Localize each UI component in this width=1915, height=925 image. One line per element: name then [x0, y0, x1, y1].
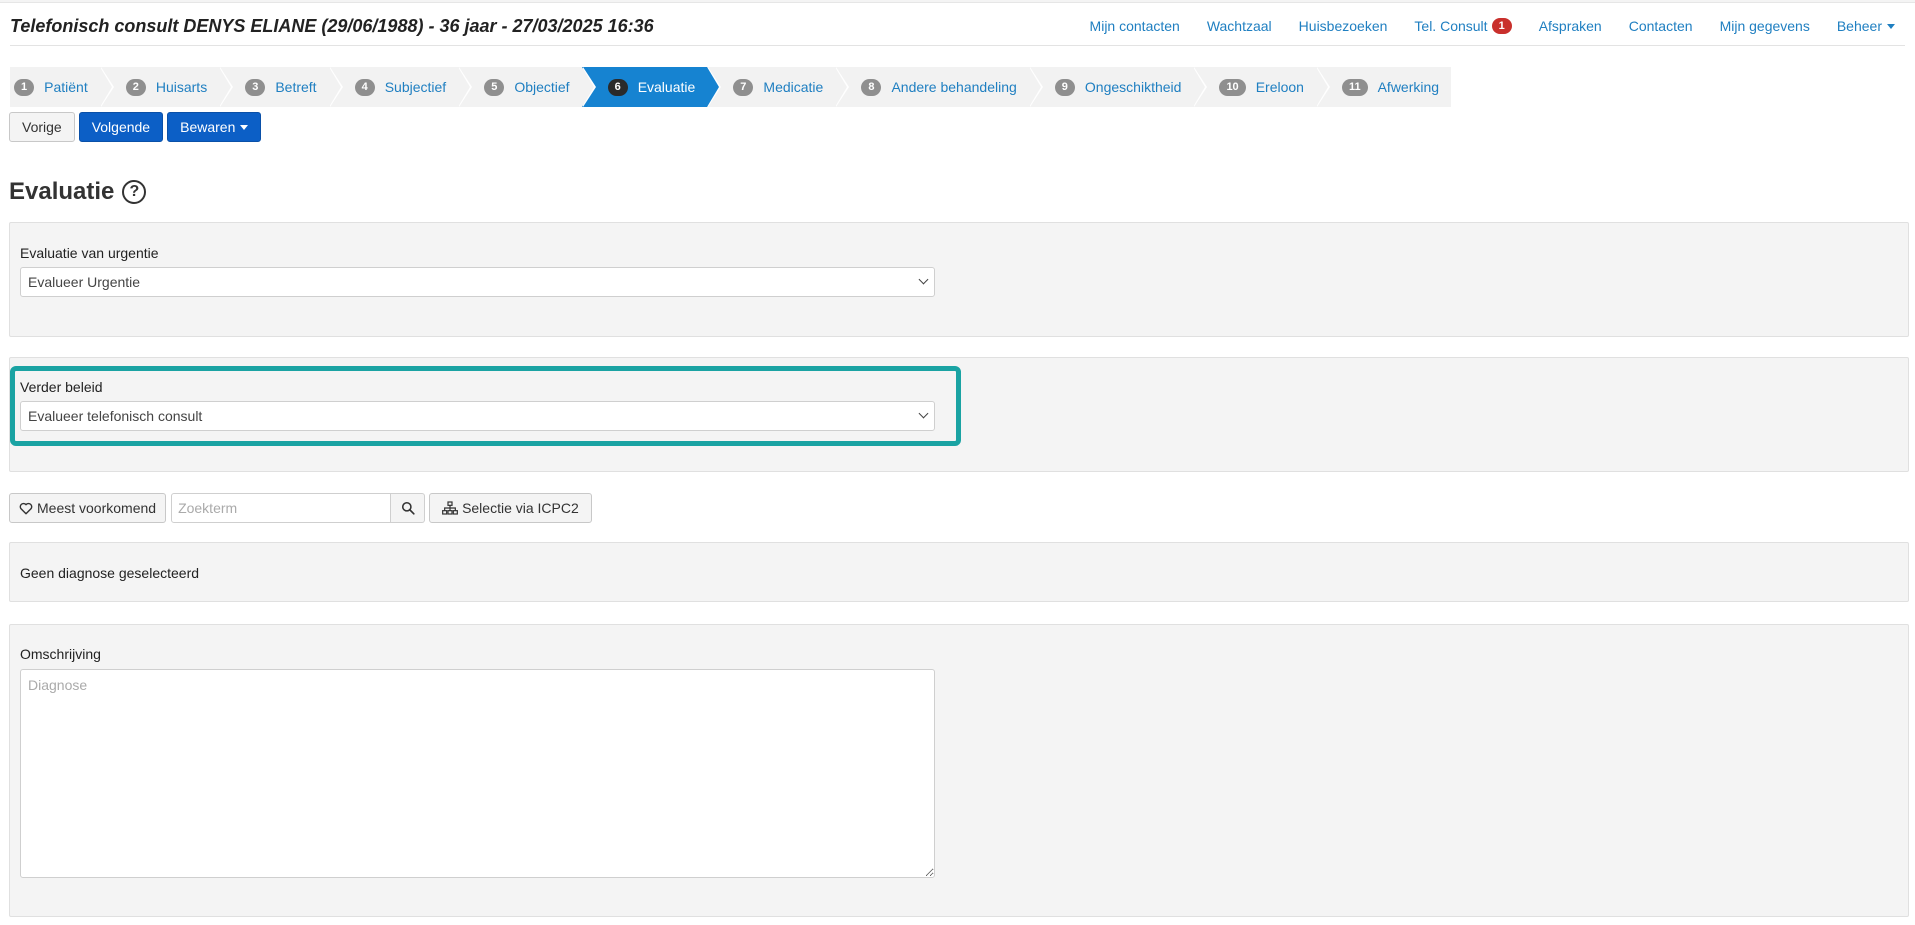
wizard-toolbar: Vorige Volgende Bewaren [9, 112, 262, 142]
step-number: 8 [861, 78, 882, 96]
geen-diagnose-text: Geen diagnose geselecteerd [20, 565, 200, 581]
nav-tel-consult-label: Tel. Consult [1414, 18, 1488, 34]
diagnose-search-row: Meest voorkomend Selectie via ICPC2 [9, 493, 592, 523]
volgende-button[interactable]: Volgende [78, 112, 164, 142]
step-ongeschiktheid[interactable]: 9 Ongeschiktheid [1028, 67, 1208, 107]
tel-consult-badge: 1 [1491, 18, 1512, 34]
urgentie-panel: Evaluatie van urgentie Evalueer Urgentie [9, 222, 1909, 337]
chevron-down-icon [918, 274, 929, 285]
step-evaluatie[interactable]: 6 Evaluatie [581, 67, 721, 107]
vorige-button[interactable]: Vorige [9, 112, 75, 142]
page-title: Evaluatie ? [9, 178, 147, 206]
beleid-select-value: Evalueer telefonisch consult [28, 408, 203, 424]
beleid-select[interactable]: Evalueer telefonisch consult [20, 401, 935, 431]
omschrijving-panel: Omschrijving [9, 624, 1909, 917]
step-patient[interactable]: 1 Patiënt [10, 67, 114, 107]
diagnose-panel: Geen diagnose geselecteerd [9, 542, 1909, 602]
step-number: 1 [14, 78, 35, 96]
selectie-icpc2-button[interactable]: Selectie via ICPC2 [429, 493, 592, 523]
step-label: Objectief [514, 79, 570, 95]
step-number: 3 [245, 78, 266, 96]
step-label: Betreft [275, 79, 317, 95]
step-betreft[interactable]: 3 Betreft [219, 67, 344, 107]
nav-huisbezoeken[interactable]: Huisbezoeken [1299, 18, 1388, 34]
nav-mijn-gegevens[interactable]: Mijn gegevens [1720, 18, 1810, 34]
step-number: 9 [1054, 78, 1075, 96]
caret-down-icon [1887, 23, 1895, 29]
nav-beheer-label: Beheer [1836, 18, 1882, 34]
nav-tel-consult[interactable]: Tel. Consult 1 [1414, 18, 1512, 34]
page-header-title: Telefonisch consult DENYS ELIANE (29/06/… [10, 16, 654, 36]
bewaren-label: Bewaren [180, 119, 236, 135]
help-icon[interactable]: ? [122, 180, 147, 204]
step-number: 5 [484, 78, 505, 96]
urgentie-select-value: Evalueer Urgentie [28, 274, 141, 290]
nav-beheer[interactable]: Beheer [1837, 18, 1895, 34]
step-label: Subjectief [384, 79, 447, 95]
beleid-panel: Verder beleid Evalueer telefonisch consu… [9, 357, 1909, 472]
search-icon [401, 501, 415, 515]
step-label: Ongeschiktheid [1084, 79, 1182, 95]
heart-icon [19, 502, 33, 514]
omschrijving-label: Omschrijving [20, 646, 101, 662]
nav-wachtzaal[interactable]: Wachtzaal [1207, 18, 1272, 34]
step-afwerking[interactable]: 11 Afwerking [1315, 67, 1452, 107]
urgentie-label: Evaluatie van urgentie [20, 245, 159, 261]
step-label: Andere behandeling [891, 79, 1017, 95]
chevron-down-icon [918, 408, 929, 419]
step-number: 2 [125, 78, 146, 96]
step-label: Afwerking [1377, 79, 1440, 95]
step-label: Ereloon [1255, 79, 1304, 95]
meest-voorkomend-button[interactable]: Meest voorkomend [9, 493, 167, 523]
step-label: Evaluatie [637, 79, 696, 95]
search-button[interactable] [391, 493, 426, 523]
step-number: 11 [1341, 78, 1368, 96]
selectie-icpc2-label: Selectie via ICPC2 [462, 500, 579, 516]
nav-mijn-contacten[interactable]: Mijn contacten [1090, 18, 1180, 34]
step-ereloon[interactable]: 10 Ereloon [1193, 67, 1330, 107]
top-nav: Mijn contacten Wachtzaal Huisbezoeken Te… [1063, 18, 1895, 34]
meest-voorkomend-label: Meest voorkomend [37, 500, 157, 516]
step-number: 10 [1219, 78, 1246, 96]
step-number: 7 [733, 78, 754, 96]
step-number: 6 [607, 78, 628, 96]
step-subjectief[interactable]: 4 Subjectief [328, 67, 472, 107]
nav-afspraken[interactable]: Afspraken [1539, 18, 1602, 34]
step-label: Medicatie [763, 79, 824, 95]
step-huisarts[interactable]: 2 Huisarts [99, 67, 234, 107]
step-label: Patiënt [44, 79, 88, 95]
step-andere-behandeling[interactable]: 8 Andere behandeling [835, 67, 1044, 107]
step-medicatie[interactable]: 7 Medicatie [707, 67, 850, 107]
page-title-text: Evaluatie [9, 178, 115, 205]
caret-down-icon [240, 124, 249, 130]
step-objectief[interactable]: 5 Objectief [458, 67, 596, 107]
bewaren-button[interactable]: Bewaren [167, 112, 262, 142]
sitemap-icon [442, 501, 458, 515]
step-number: 4 [354, 78, 375, 96]
beleid-label: Verder beleid [20, 379, 103, 395]
wizard-steps: 1 Patiënt 2 Huisarts 3 Betreft 4 Subjectief … [10, 67, 1452, 107]
omschrijving-textarea[interactable] [20, 669, 935, 878]
header: Telefonisch consult DENYS ELIANE (29/06/… [10, 3, 1905, 46]
zoekterm-input[interactable] [171, 493, 392, 523]
step-label: Huisarts [155, 79, 208, 95]
nav-contacten[interactable]: Contacten [1629, 18, 1693, 34]
urgentie-select[interactable]: Evalueer Urgentie [20, 267, 935, 297]
